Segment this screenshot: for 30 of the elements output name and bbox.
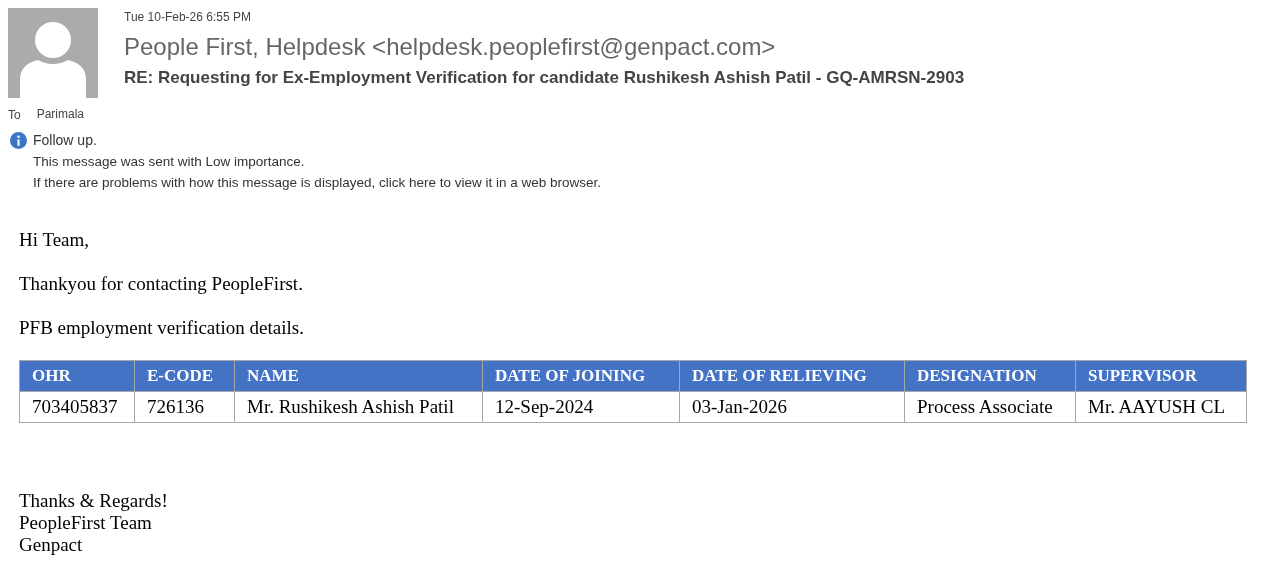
- recipient-name: Parimala: [36, 105, 85, 123]
- column-header: DESIGNATION: [904, 360, 1076, 392]
- avatar-icon: [8, 8, 98, 98]
- body-paragraph: PFB employment verification details.: [19, 317, 305, 339]
- signature-line: Thanks & Regards!: [19, 490, 169, 512]
- info-text[interactable]: If there are problems with how this message is displayed, click here to view it in a web browser.: [33, 172, 601, 193]
- column-header: DATE OF JOINING: [482, 360, 680, 392]
- signature-line: PeopleFirst Team: [19, 512, 153, 534]
- column-header: SUPERVISOR: [1075, 360, 1247, 392]
- table-cell: Mr. AAYUSH CL: [1075, 391, 1247, 423]
- table-cell: 726136: [134, 391, 235, 423]
- column-header: E-CODE: [134, 360, 235, 392]
- info-icon: [10, 132, 27, 149]
- sender-name: People First, Helpdesk <helpdesk.peoplefirst@genpact.com>: [124, 32, 777, 62]
- column-header: OHR: [19, 360, 135, 392]
- body-paragraph: Thankyou for contacting PeopleFirst.: [19, 273, 304, 295]
- column-header: DATE OF RELIEVING: [679, 360, 905, 392]
- table-cell: 12-Sep-2024: [482, 391, 680, 423]
- greeting-text: Hi Team,: [19, 229, 91, 251]
- table-cell: 703405837: [19, 391, 135, 423]
- email-subject: RE: Requesting for Ex-Employment Verification for candidate Rushikesh Ashish Patil - GQ-AMRSN-2903: [124, 67, 965, 89]
- info-text: This message was sent with Low importance.: [33, 153, 306, 171]
- column-header: NAME: [234, 360, 483, 392]
- sent-time: Tue 10-Feb-26 6:55 PM: [124, 9, 252, 26]
- signature-line: Genpact: [19, 534, 84, 556]
- table-cell: Mr. Rushikesh Ashish Patil: [234, 391, 483, 423]
- table-cell: Process Associate: [904, 391, 1076, 423]
- to-label: To: [8, 107, 21, 124]
- info-heading: Follow up.: [33, 131, 98, 150]
- table-cell: 03-Jan-2026: [679, 391, 905, 423]
